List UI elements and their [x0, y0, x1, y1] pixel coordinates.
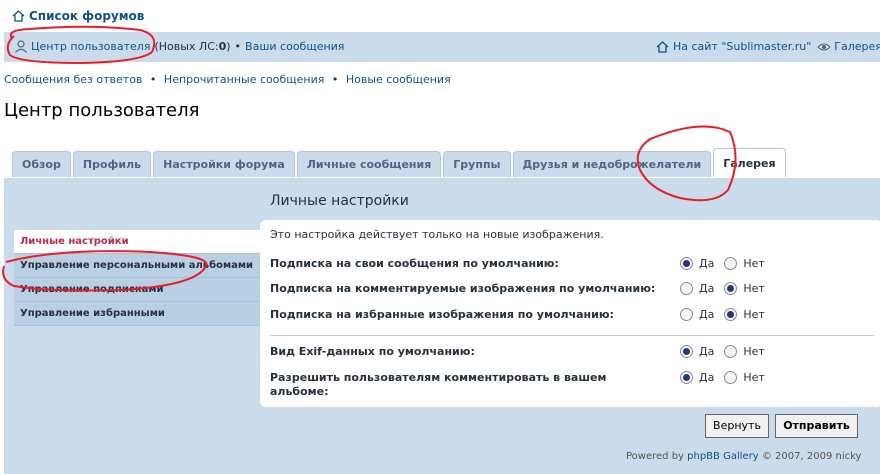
- new-pm-count[interactable]: 0: [219, 40, 227, 53]
- sublinks-bullet: •: [149, 73, 157, 86]
- top-header: Список форумов: [0, 0, 880, 30]
- new-posts-link[interactable]: Новые сообщения: [346, 73, 451, 86]
- settings-note: Это настройка действует только на новые …: [270, 228, 604, 241]
- setting-row: Разрешить пользователям комментировать в…: [270, 371, 870, 399]
- radio-no-label: Нет: [743, 345, 765, 358]
- radio-no[interactable]: [724, 282, 738, 295]
- new-pm-prefix: (Новых ЛС:: [154, 40, 219, 53]
- ucp-panel: Личные настройки Управление персональным…: [4, 178, 880, 474]
- setting-label: Подписка на свои сообщения по умолчанию:: [270, 257, 559, 270]
- menu-item-manage-favorites[interactable]: Управление избранными: [14, 302, 266, 326]
- radio-yes-label: Да: [699, 345, 715, 358]
- radio-no[interactable]: [724, 345, 738, 358]
- radio-yes-label: Да: [699, 257, 715, 270]
- radio-yes[interactable]: [680, 308, 693, 321]
- menu-item-personal-settings[interactable]: Личные настройки: [14, 230, 266, 254]
- footer-prefix: Powered by: [626, 451, 688, 462]
- settings-divider: [270, 335, 874, 336]
- tab-board-prefs[interactable]: Настройки форума: [153, 151, 295, 177]
- tab-friends-foes[interactable]: Друзья и недоброжелатели: [512, 151, 712, 177]
- radio-no[interactable]: [724, 371, 738, 384]
- setting-label: Подписка на избранные изображения по умо…: [270, 308, 614, 321]
- setting-row: Подписка на избранные изображения по умо…: [270, 308, 870, 322]
- footer-suffix: © 2007, 2009 nicky: [758, 451, 862, 462]
- radio-yes[interactable]: [680, 282, 693, 295]
- radio-no-label: Нет: [743, 308, 765, 321]
- new-pm-suffix: ): [226, 40, 231, 53]
- radio-no-label: Нет: [743, 257, 765, 270]
- content-title: Личные настройки: [270, 193, 409, 209]
- ucp-link[interactable]: Центр пользователя: [31, 40, 150, 53]
- setting-row: Подписка на свои сообщения по умолчанию:…: [270, 257, 870, 271]
- setting-row: Подписка на комментируемые изображения п…: [270, 282, 870, 296]
- submit-button[interactable]: Отправить: [775, 414, 858, 438]
- tab-overview[interactable]: Обзор: [12, 151, 71, 177]
- to-site-link[interactable]: На сайт "Sublimaster.ru": [673, 40, 811, 53]
- sublinks: Сообщения без ответов • Непрочитанные со…: [4, 73, 451, 86]
- tab-groups[interactable]: Группы: [443, 151, 511, 177]
- settings-box: Это настройка действует только на новые …: [260, 220, 880, 407]
- your-posts-link[interactable]: Ваши сообщения: [245, 40, 344, 53]
- tab-private-messages[interactable]: Личные сообщения: [296, 151, 442, 177]
- radio-no[interactable]: [724, 257, 738, 270]
- ucp-tabs: Обзор Профиль Настройки форума Личные со…: [12, 148, 788, 178]
- nav-bullet: •: [234, 40, 242, 53]
- radio-yes[interactable]: [680, 345, 693, 358]
- menu-item-manage-albums[interactable]: Управление персональными альбомами: [14, 254, 266, 278]
- forum-list-label: Список форумов: [29, 9, 145, 23]
- unread-link[interactable]: Непрочитанные сообщения: [164, 73, 324, 86]
- radio-yes-label: Да: [699, 371, 715, 384]
- radio-yes-label: Да: [699, 308, 715, 321]
- radio-yes[interactable]: [680, 371, 693, 384]
- radio-yes[interactable]: [680, 257, 693, 270]
- navbar: Центр пользователя (Новых ЛС: 0 ) • Ваши…: [4, 31, 880, 62]
- side-menu: Личные настройки Управление персональным…: [14, 230, 266, 326]
- radio-no-label: Нет: [743, 282, 765, 295]
- setting-label: Вид Exif-данных по умолчанию:: [270, 345, 475, 358]
- eye-icon: [817, 42, 832, 52]
- setting-label: Разрешить пользователям комментировать в…: [270, 371, 607, 398]
- radio-yes-label: Да: [699, 282, 715, 295]
- radio-no[interactable]: [724, 308, 738, 321]
- home-icon: [656, 40, 669, 53]
- footer: Powered by phpBB Gallery © 2007, 2009 ni…: [626, 451, 861, 462]
- radio-no-label: Нет: [743, 371, 765, 384]
- user-icon: [14, 40, 28, 53]
- unanswered-link[interactable]: Сообщения без ответов: [4, 73, 142, 86]
- setting-label: Подписка на комментируемые изображения п…: [270, 282, 656, 295]
- reset-button[interactable]: Вернуть: [705, 414, 769, 438]
- tab-profile[interactable]: Профиль: [72, 151, 152, 177]
- setting-row: Вид Exif-данных по умолчанию: Да Нет: [270, 345, 870, 359]
- sublinks-bullet: •: [331, 73, 339, 86]
- menu-item-manage-subscriptions[interactable]: Управление подписками: [14, 278, 266, 302]
- tab-gallery[interactable]: Галерея: [713, 148, 786, 177]
- home-icon: [12, 10, 25, 22]
- phpbb-gallery-link[interactable]: phpBB Gallery: [687, 451, 759, 462]
- gallery-link[interactable]: Галерея: [834, 40, 880, 53]
- forum-list-link[interactable]: Список форумов: [12, 9, 144, 23]
- page-title: Центр пользователя: [4, 100, 200, 121]
